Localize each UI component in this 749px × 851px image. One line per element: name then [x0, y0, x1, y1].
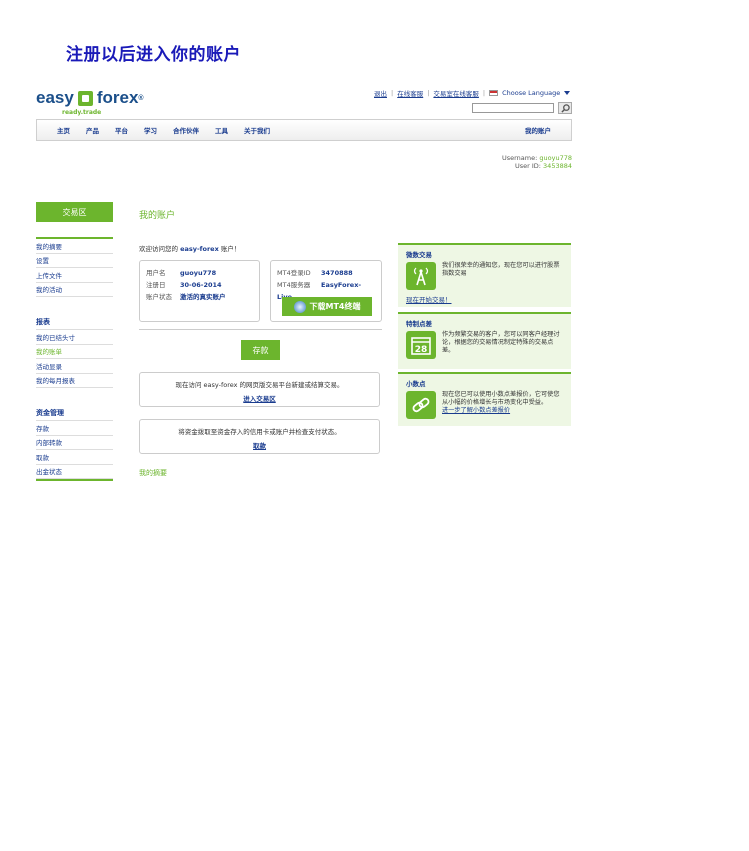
trade-area-button[interactable]: 交易区 — [36, 202, 113, 222]
account-status-label: 账户状态 — [146, 293, 172, 301]
nav-item-learn[interactable]: 学习 — [144, 125, 157, 135]
trade-area-info-text: 现在访问 easy-forex 的网页版交易平台新建或结算交易。 — [175, 381, 344, 389]
my-summary-link[interactable]: 我的摘要 — [139, 468, 167, 478]
sidebar-item-internal-transfer[interactable]: 内部转款 — [36, 436, 113, 450]
logo-tagline: ready.trade — [62, 109, 102, 116]
nav-item-tools[interactable]: 工具 — [215, 125, 228, 135]
globe-icon — [293, 300, 306, 313]
learn-decimal-spread-link[interactable]: 进一步了解小数点差报价 — [442, 407, 510, 414]
sidebar-item-withdraw[interactable]: 取款 — [36, 450, 113, 465]
nav-item-home[interactable]: 主页 — [57, 125, 70, 135]
top-links: 退出 | 在线客服 | 交易室在线客服 | Choose Language — [374, 88, 571, 98]
withdraw-info-box: 将资金拨取至资金存入的信用卡或账户并检查支付状态。 取款 — [139, 419, 380, 454]
download-mt4-label: 下载MT4终端 — [309, 301, 361, 311]
main-title: 我的账户 — [139, 211, 176, 221]
calendar-icon: 28 — [406, 331, 436, 359]
sidebar-item-statement[interactable]: 我的账单 — [36, 345, 113, 359]
signal-tower-icon — [406, 262, 436, 290]
logo-square-icon — [77, 90, 93, 106]
sidebar-item-activity-log[interactable]: 活动显录 — [36, 359, 113, 374]
mt4-details-card: MT4登录ID3470888 MT4服务器EasyForex-Live 下载MT… — [270, 260, 382, 322]
account-status-value: 激活的真实账户 — [180, 293, 226, 301]
account-regdate-value: 30-06-2014 — [180, 281, 222, 289]
promo-text-block: 现在您已可以使用小数点差报价，它可使您从小幅的价格增长与市场变化中受益。 进一步… — [442, 391, 563, 419]
enter-trade-area-link[interactable]: 进入交易区 — [140, 393, 379, 403]
welcome-brand: easy-forex — [180, 245, 219, 253]
promo-special-spread: 特制点差 28 作为频繁交易的客户，您可以同客户经理讨论，根据您的交易情况制定特… — [398, 312, 571, 369]
user-info: Username: guoyu778 User ID: 3453884 — [502, 154, 572, 170]
page-heading: 注册以后进入你的账户 — [66, 45, 241, 65]
sidebar-heading-funds: 资金管理 — [36, 409, 64, 417]
deposit-button[interactable]: 存款 — [241, 340, 280, 360]
mt4-server-label: MT4服务器 — [277, 281, 311, 289]
mt4-login-label: MT4登录ID — [277, 269, 311, 277]
logo-registered-mark: ® — [138, 94, 144, 102]
search-icon — [560, 103, 570, 113]
sidebar-item-summary[interactable]: 我的摘要 — [36, 239, 113, 254]
sidebar-item-upload[interactable]: 上传文件 — [36, 268, 113, 283]
sidebar-item-withdraw-status[interactable]: 出金状态 — [36, 465, 113, 479]
flag-icon — [489, 90, 499, 96]
account-username-value: guoyu778 — [180, 269, 217, 277]
withdraw-info-text: 将资金拨取至资金存入的信用卡或账户并检查支付状态。 — [178, 428, 341, 436]
promo-text: 作为频繁交易的客户，您可以同客户经理讨论，根据您的交易情况制定特殊的交易点差。 — [442, 331, 560, 354]
divider — [139, 329, 382, 330]
promo-title: 特制点差 — [406, 320, 432, 328]
nav-item-platforms[interactable]: 平台 — [115, 125, 128, 135]
account-details-card: 用户名 guoyu778 注册日 30-06-2014 账户状态 激活的真实账户 — [139, 260, 260, 322]
promo-text: 我们很荣幸的通知您，现在您可以进行股票指数交易 — [442, 262, 560, 277]
welcome-suffix: 账户！ — [218, 245, 241, 253]
promo-title: 小数点 — [406, 380, 426, 388]
download-mt4-button[interactable]: 下载MT4终端 — [282, 297, 372, 316]
separator: | — [427, 89, 430, 97]
search-button[interactable] — [558, 102, 572, 114]
search-input[interactable] — [472, 103, 554, 113]
promo-index-trading: 微数交易 我们很荣幸的通知您，现在您可以进行股票指数交易 现在开始交易！ — [398, 243, 571, 307]
sidebar-item-settings[interactable]: 设置 — [36, 254, 113, 268]
support-link[interactable]: 在线客服 — [397, 88, 423, 98]
userid-label: User ID: — [514, 162, 541, 170]
userid-value: 3453884 — [543, 162, 572, 170]
username-label: Username: — [501, 154, 538, 162]
promo-decimal-point: 小数点 现在您已可以使用小数点差报价，它可使您从小幅的价格增长与市场变化中受益。… — [398, 372, 571, 426]
calendar-day-text: 28 — [415, 345, 428, 355]
trading-room-support-link[interactable]: 交易室在线客服 — [433, 88, 479, 98]
easy-forex-logo[interactable]: easy forex ® ready.trade — [36, 88, 144, 116]
logo-word-forex: forex — [96, 88, 139, 107]
separator: | — [482, 89, 486, 97]
divider — [36, 479, 113, 481]
sidebar-item-activity[interactable]: 我的活动 — [36, 283, 113, 297]
sidebar-item-deposit[interactable]: 存款 — [36, 421, 113, 436]
promo-title: 微数交易 — [406, 251, 432, 259]
sidebar-heading-reports: 报表 — [36, 318, 50, 326]
nav-item-partners[interactable]: 合作伙伴 — [173, 125, 199, 135]
withdraw-link[interactable]: 取款 — [140, 440, 379, 450]
sidebar-item-closed-positions[interactable]: 我的已结头寸 — [36, 330, 113, 345]
welcome-text: 欢迎访问您的 easy-forex 账户！ — [139, 243, 240, 253]
username-value: guoyu778 — [539, 154, 572, 162]
choose-language-link[interactable]: Choose Language — [502, 89, 560, 97]
nav-item-about[interactable]: 关于我们 — [244, 125, 270, 135]
account-username-label: 用户名 — [146, 269, 166, 277]
promo-text: 现在您已可以使用小数点差报价，它可使您从小幅的价格增长与市场变化中受益。 — [442, 391, 560, 406]
link-chain-icon — [406, 391, 436, 419]
welcome-prefix: 欢迎访问您的 — [139, 245, 181, 253]
logout-link[interactable]: 退出 — [374, 88, 387, 98]
nav-item-my-account[interactable]: 我的账户 — [525, 125, 551, 135]
logo-word-easy: easy — [36, 88, 74, 107]
chevron-down-icon[interactable] — [564, 91, 571, 95]
sidebar-item-monthly-report[interactable]: 我的每月报表 — [36, 374, 113, 388]
start-trading-link[interactable]: 现在开始交易！ — [406, 294, 563, 304]
mt4-login-value: 3470888 — [321, 269, 353, 277]
trade-area-info-box: 现在访问 easy-forex 的网页版交易平台新建或结算交易。 进入交易区 — [139, 372, 380, 407]
sidebar: 交易区 我的摘要 设置 上传文件 我的活动 报表 我的已结头寸 我的账单 活动显… — [36, 202, 113, 481]
account-regdate-label: 注册日 — [146, 281, 166, 289]
separator: | — [391, 89, 394, 97]
main-nav: 主页 产品 平台 学习 合作伙伴 工具 关于我们 我的账户 — [36, 119, 572, 141]
nav-item-products[interactable]: 产品 — [86, 125, 99, 135]
